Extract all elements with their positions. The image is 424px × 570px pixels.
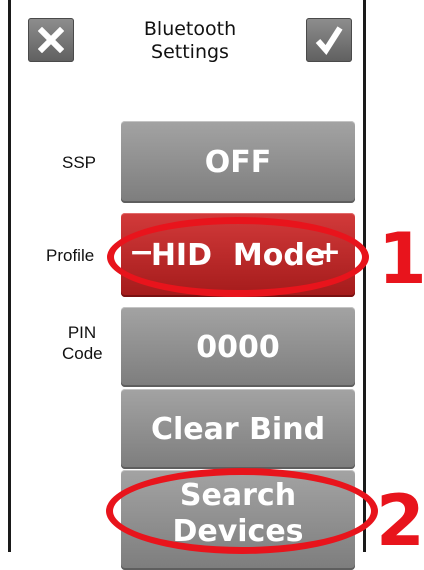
profile-decrement-button[interactable]: −	[129, 235, 154, 270]
profile-increment-button[interactable]: +	[316, 235, 341, 270]
profile-label: Profile	[46, 246, 95, 265]
page-title: Bluetooth Settings	[90, 18, 290, 64]
checkmark-icon	[315, 26, 343, 55]
frame-right-border	[363, 0, 366, 552]
search-devices-button[interactable]: Search Devices	[121, 470, 355, 570]
profile-selector[interactable]: − HID Mode +	[121, 213, 355, 297]
ssp-value: OFF	[204, 144, 272, 180]
ssp-toggle-button[interactable]: OFF	[121, 121, 355, 203]
pin-code-button[interactable]: 0000	[121, 307, 355, 387]
close-icon	[38, 27, 64, 53]
pin-code-label-line2: Code	[62, 344, 103, 363]
annotation-marker-2: 2	[376, 480, 424, 562]
confirm-button[interactable]	[306, 18, 352, 62]
search-devices-label-line2: Devices	[172, 514, 304, 549]
annotation-marker-1: 1	[378, 218, 424, 300]
profile-value: HID Mode	[150, 237, 326, 273]
pin-code-value: 0000	[196, 329, 280, 365]
page-title-line2: Settings	[151, 41, 229, 63]
pin-code-label: PIN Code	[62, 322, 103, 364]
clear-bind-label: Clear Bind	[150, 411, 326, 447]
close-button[interactable]	[28, 18, 74, 62]
pin-code-label-line1: PIN	[67, 323, 97, 342]
ssp-label: SSP	[62, 153, 97, 172]
search-devices-label-line1: Search	[179, 478, 297, 513]
clear-bind-button[interactable]: Clear Bind	[121, 389, 355, 469]
frame-left-border	[8, 0, 11, 552]
page-title-line1: Bluetooth	[143, 18, 237, 40]
